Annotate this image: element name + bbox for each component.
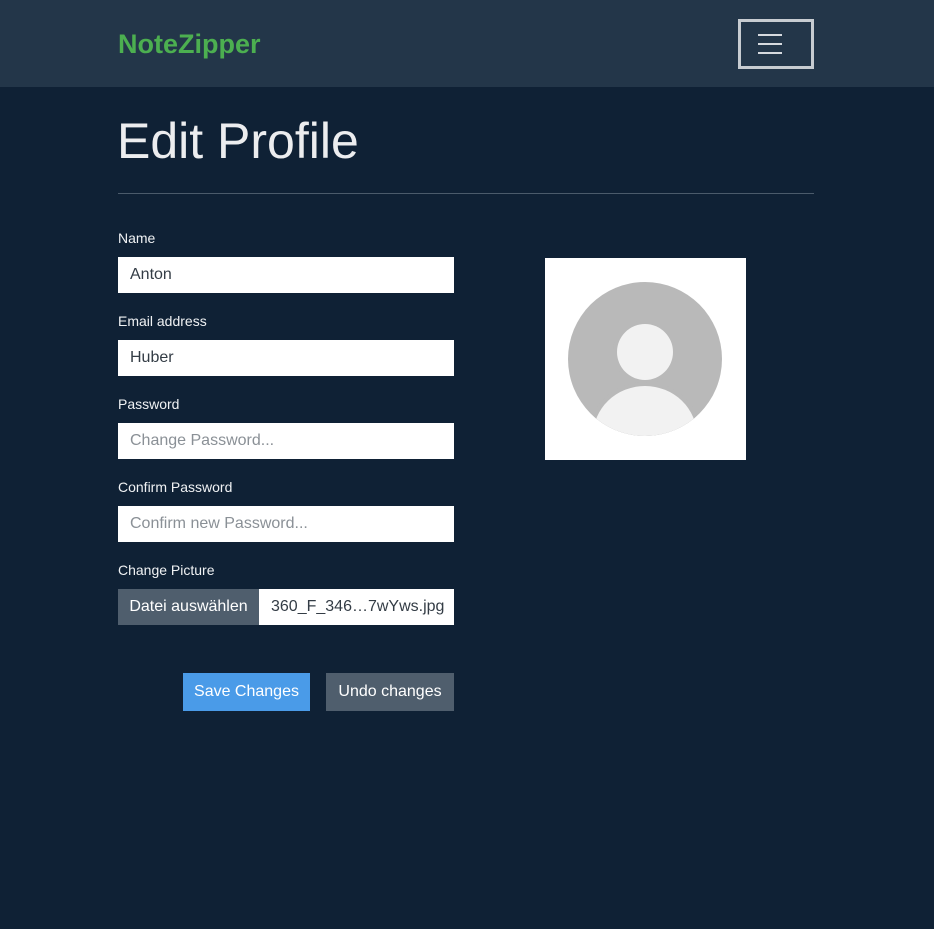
- navbar: NoteZipper: [0, 0, 934, 87]
- name-input[interactable]: [118, 257, 454, 293]
- picture-file-input[interactable]: Datei auswählen 360_F_346…7wYws.jpg: [118, 589, 454, 625]
- email-input[interactable]: [118, 340, 454, 376]
- profile-picture: [545, 258, 746, 460]
- selected-file-name: 360_F_346…7wYws.jpg: [271, 598, 445, 615]
- change-picture-label: Change Picture: [118, 562, 215, 578]
- undo-changes-button[interactable]: Undo changes: [326, 673, 454, 711]
- title-divider: [118, 193, 814, 194]
- default-user-avatar-icon: [568, 282, 722, 436]
- password-label: Password: [118, 396, 180, 412]
- choose-file-button[interactable]: Datei auswählen: [118, 589, 259, 625]
- brand-logo[interactable]: NoteZipper: [118, 27, 261, 61]
- hamburger-menu-icon: [758, 34, 782, 54]
- menu-toggle-button[interactable]: [738, 19, 814, 69]
- confirm-password-label: Confirm Password: [118, 479, 233, 495]
- confirm-password-input[interactable]: [118, 506, 454, 542]
- email-label: Email address: [118, 313, 207, 329]
- password-input[interactable]: [118, 423, 454, 459]
- page-title: Edit Profile: [117, 113, 359, 169]
- save-changes-button[interactable]: Save Changes: [183, 673, 310, 711]
- name-label: Name: [118, 230, 156, 246]
